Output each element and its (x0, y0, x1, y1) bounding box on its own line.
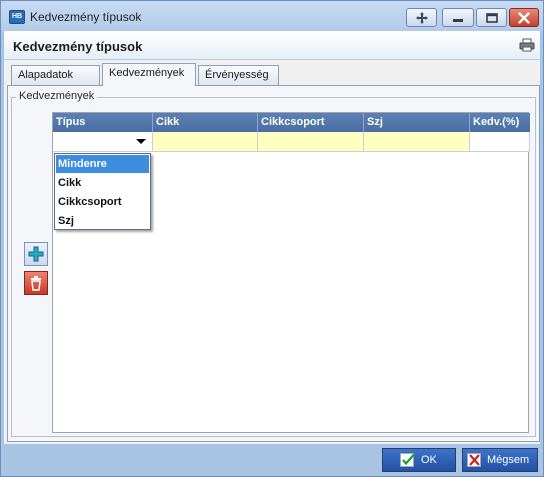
type-combo-cell[interactable] (53, 132, 153, 152)
minimize-icon (453, 18, 463, 22)
grid-header: Típus Cikk Cikkcsoport Szj Kedv.(%) (53, 113, 530, 132)
groupbox-legend: Kedvezmények (16, 90, 98, 102)
add-row-button[interactable] (24, 242, 48, 266)
minimize-button[interactable] (442, 8, 474, 27)
column-header-szj[interactable]: Szj (364, 113, 470, 132)
cell-cikk[interactable] (153, 132, 258, 152)
cancel-button[interactable]: Mégsem (462, 448, 538, 472)
ok-button-label: OK (421, 454, 437, 466)
footer-bar: OK Mégsem (1, 444, 543, 476)
window-title: Kedvezmény típusok (30, 10, 142, 24)
printer-icon[interactable] (519, 38, 535, 55)
discounts-groupbox: Kedvezmények Típus Cikk Cikkcsoport Szj … (11, 90, 536, 437)
tab-kedvezmenyek[interactable]: Kedvezmények (102, 63, 196, 86)
tab-panel: Kedvezmények Típus Cikk Cikkcsoport Szj … (7, 85, 540, 442)
dropdown-option-mindenre[interactable]: Mindenre (56, 155, 149, 173)
cell-cikkcsoport[interactable] (258, 132, 364, 152)
title-bar[interactable]: HB Kedvezmény típusok (1, 1, 543, 31)
cancel-button-label: Mégsem (487, 454, 530, 466)
cancel-x-icon (467, 453, 481, 467)
close-button[interactable] (509, 8, 539, 27)
tab-alapadatok[interactable]: Alapadatok (11, 65, 100, 85)
maximize-icon (485, 12, 498, 23)
ok-button[interactable]: OK (382, 448, 456, 472)
move-window-button[interactable] (406, 8, 437, 27)
app-logo-icon: HB (9, 10, 25, 24)
dropdown-option-szj[interactable]: Szj (56, 212, 149, 230)
trash-icon (31, 276, 41, 291)
table-row[interactable] (53, 132, 530, 152)
column-header-cikk[interactable]: Cikk (153, 113, 258, 132)
cell-szj[interactable] (364, 132, 470, 152)
column-header-cikkcsoport[interactable]: Cikkcsoport (258, 113, 364, 132)
dialog-client-area: Kedvezmény típusok Alapadatok Kedvezmény… (4, 31, 540, 444)
page-title: Kedvezmény típusok (13, 39, 143, 54)
column-header-kedv[interactable]: Kedv.(%) (470, 113, 530, 132)
plus-icon (28, 246, 44, 262)
move-arrows-icon (415, 11, 428, 24)
tab-ervenyesseg[interactable]: Érvényesség (198, 65, 279, 85)
dropdown-option-cikkcsoport[interactable]: Cikkcsoport (56, 193, 149, 211)
dialog-window: HB Kedvezmény típusok Kedvezmény típusok… (0, 0, 544, 477)
checkmark-icon (400, 453, 415, 467)
maximize-button[interactable] (476, 8, 507, 27)
discounts-grid[interactable]: Típus Cikk Cikkcsoport Szj Kedv.(%) Mind… (52, 112, 530, 433)
close-icon (518, 12, 530, 23)
cell-kedv[interactable] (470, 132, 530, 152)
delete-row-button[interactable] (24, 271, 48, 295)
dropdown-option-cikk[interactable]: Cikk (56, 174, 149, 192)
chevron-down-icon[interactable] (136, 139, 146, 144)
type-dropdown-list[interactable]: Mindenre Cikk Cikkcsoport Szj (54, 153, 151, 230)
header-bar: Kedvezmény típusok (4, 31, 540, 60)
column-header-tipus[interactable]: Típus (53, 113, 153, 132)
